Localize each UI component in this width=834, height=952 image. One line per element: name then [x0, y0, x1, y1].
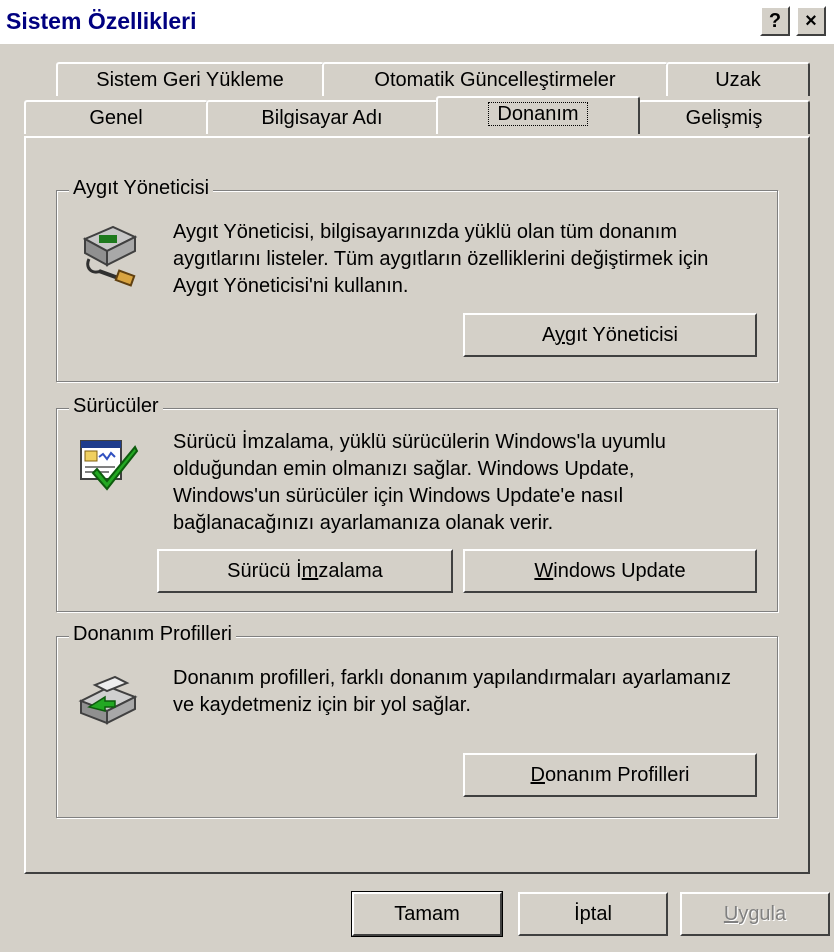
button-text: zalama — [318, 560, 383, 582]
tab-advanced[interactable]: Gelişmiş — [638, 100, 810, 134]
system-properties-dialog: Sistem Özellikleri ? × Sistem Geri Yükle… — [0, 0, 834, 952]
desc-line: aygıtlarını listeler. Tüm aygıtların öze… — [173, 248, 709, 270]
windows-update-button[interactable]: Windows Update — [463, 549, 757, 593]
group-title: Aygıt Yöneticisi — [69, 177, 214, 200]
tab-automatic-updates[interactable]: Otomatik Güncelleştirmeler — [322, 62, 668, 96]
tab-general[interactable]: Genel — [24, 100, 208, 134]
driver-signing-button[interactable]: Sürücü İmzalama — [157, 549, 453, 593]
device-manager-button[interactable]: Aygıt Yöneticisi — [463, 313, 757, 357]
desc-line: Sürücü İmzalama, yüklü sürücülerin Windo… — [173, 431, 666, 453]
window-title: Sistem Özellikleri — [6, 8, 197, 34]
tab-label: Uzak — [715, 69, 761, 91]
apply-button[interactable]: Uygula — [680, 892, 830, 936]
help-button[interactable]: ? — [760, 6, 790, 36]
ok-button[interactable]: Tamam — [351, 891, 503, 937]
button-accel: m — [301, 560, 319, 582]
tab-label: Otomatik Güncelleştirmeler — [374, 69, 616, 91]
desc-line: olduğundan emin olmanızı sağlar. Windows… — [173, 458, 635, 480]
cancel-button[interactable]: İptal — [518, 892, 668, 936]
tab-label: Bilgisayar Adı — [261, 107, 383, 129]
device-manager-icon — [82, 225, 138, 287]
hardware-profiles-group: Donanım Profilleri Donanım profilleri, f… — [56, 623, 778, 818]
button-text: gıt Yöneticisi — [564, 324, 678, 346]
button-accel: W — [534, 560, 554, 582]
tab-computer-name[interactable]: Bilgisayar Adı — [206, 100, 438, 134]
desc-line: ve kaydetmeniz için bir yol sağlar. — [173, 694, 471, 716]
tab-label: Genel — [89, 107, 143, 129]
tab-system-restore[interactable]: Sistem Geri Yükleme — [56, 62, 324, 96]
hardware-profile-icon — [78, 675, 138, 725]
button-accel: y — [554, 324, 565, 346]
tab-label: Donanım — [488, 102, 588, 126]
group-title: Sürücüler — [69, 395, 163, 418]
close-button[interactable]: × — [796, 6, 826, 36]
drivers-group: Sürücüler Sürücü İmzalama, yüklü sürücül… — [56, 395, 778, 612]
button-accel: U — [723, 903, 739, 925]
button-text: ygula — [738, 903, 787, 925]
device-manager-group: Aygıt Yöneticisi Aygıt Yöneticisi, bilgi… — [56, 177, 778, 382]
desc-line: Donanım profilleri, farklı donanım yapıl… — [173, 667, 732, 689]
desc-line: bağlanacağınızı ayarlamanıza olanak veri… — [173, 512, 554, 534]
tab-remote[interactable]: Uzak — [666, 62, 810, 96]
button-text: onanım Profilleri — [544, 764, 690, 786]
button-text: A — [541, 324, 555, 346]
tab-label: Sistem Geri Yükleme — [96, 69, 284, 91]
desc-line: Aygıt Yöneticisi, bilgisayarınızda yüklü… — [173, 221, 677, 243]
title-bar[interactable]: Sistem Özellikleri ? × — [0, 0, 834, 44]
group-title: Donanım Profilleri — [69, 623, 236, 646]
tab-label: Gelişmiş — [685, 107, 763, 129]
desc-line: Windows'un sürücüler için Windows Update… — [173, 485, 624, 507]
tab-hardware[interactable]: Donanım — [436, 96, 640, 134]
driver-signing-icon — [80, 440, 139, 491]
button-text: Sürücü İ — [227, 560, 302, 582]
button-text: indows Update — [553, 560, 686, 582]
hardware-profiles-button[interactable]: Donanım Profilleri — [463, 753, 757, 797]
desc-line: Aygıt Yöneticisi'ni kullanın. — [173, 275, 409, 297]
button-accel: D — [530, 764, 545, 786]
